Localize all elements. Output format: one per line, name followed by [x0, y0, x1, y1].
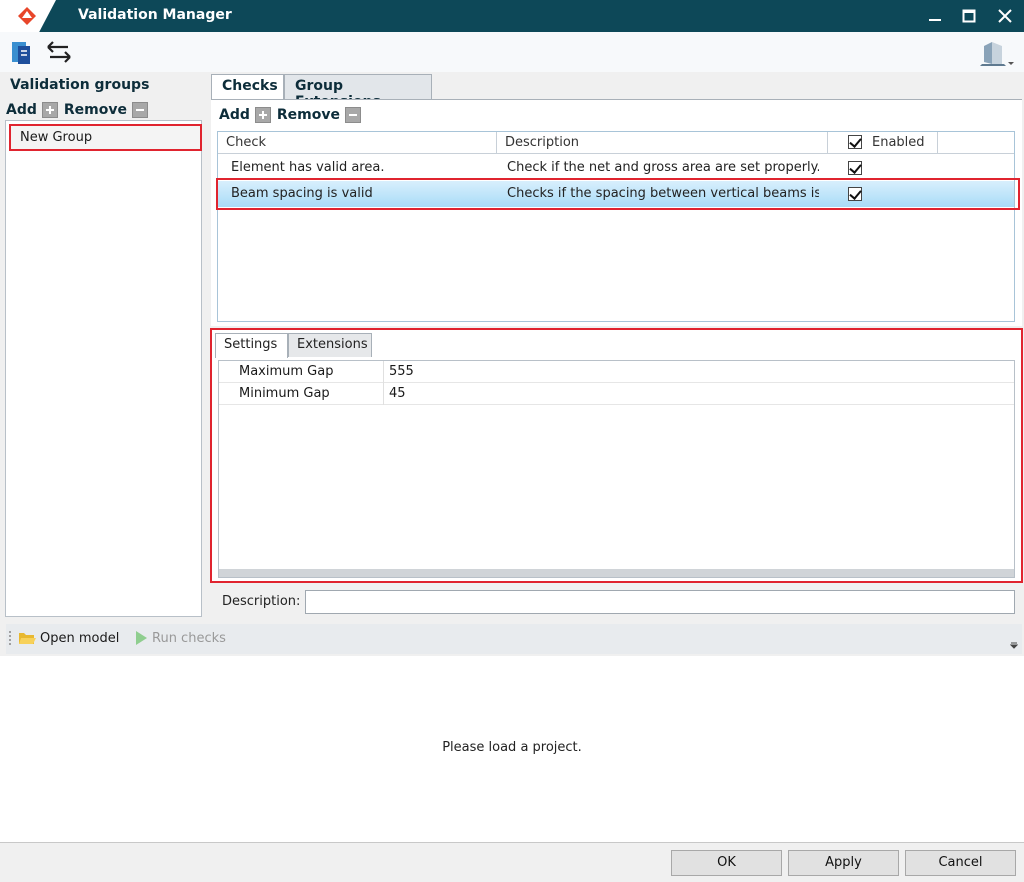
- arrows-exchange-icon: [47, 41, 71, 63]
- horizontal-scrollbar[interactable]: [219, 569, 1014, 577]
- settings-panel: Settings Extensions Maximum Gap 555 Mini…: [210, 328, 1023, 583]
- window-title: Validation Manager: [78, 7, 232, 23]
- checks-panel: Add Remove Check Description Enabled Ele…: [211, 99, 1022, 326]
- dialog-footer: OK Apply Cancel: [0, 842, 1024, 882]
- close-icon: [998, 9, 1012, 23]
- cancel-button[interactable]: Cancel: [905, 850, 1016, 876]
- minimize-button[interactable]: [918, 0, 952, 32]
- table-row[interactable]: Element has valid area. Check if the net…: [218, 155, 1014, 181]
- plus-icon[interactable]: [41, 102, 58, 118]
- check-description-cell: Check if the net and gross area are set …: [507, 160, 819, 175]
- output-panel: Please load a project.: [0, 656, 1024, 842]
- building-menu-button[interactable]: [978, 38, 1014, 66]
- property-row[interactable]: Maximum Gap 555: [219, 361, 1014, 383]
- validation-groups-panel: Validation groups Add Remove New Group: [4, 72, 204, 620]
- property-divider: [383, 383, 384, 405]
- group-item-new-group[interactable]: New Group: [9, 124, 202, 151]
- property-divider: [383, 361, 384, 383]
- minus-icon[interactable]: [132, 102, 148, 118]
- group-remove-label[interactable]: Remove: [64, 102, 127, 118]
- open-model-button[interactable]: Open model: [18, 630, 119, 646]
- minimize-icon: [929, 19, 941, 21]
- property-row[interactable]: Minimum Gap 45: [219, 383, 1014, 405]
- ok-button[interactable]: OK: [671, 850, 782, 876]
- check-add-remove-bar: Add Remove: [219, 107, 367, 123]
- property-value-maximum-gap[interactable]: 555: [389, 364, 414, 379]
- bottom-toolbar: Open model Run checks: [6, 624, 1022, 654]
- column-header-check[interactable]: Check: [218, 132, 497, 154]
- app-logo-icon: [18, 7, 36, 25]
- check-remove-label[interactable]: Remove: [277, 107, 340, 123]
- building-icon: [980, 42, 1014, 66]
- property-grid[interactable]: Maximum Gap 555 Minimum Gap 45: [218, 360, 1015, 578]
- minus-icon[interactable]: [345, 107, 361, 123]
- toolbar-overflow-icon[interactable]: [1010, 642, 1018, 650]
- group-list[interactable]: New Group: [5, 120, 202, 617]
- validation-groups-title: Validation groups: [10, 77, 150, 93]
- run-checks-button[interactable]: Run checks: [134, 630, 226, 646]
- tab-settings[interactable]: Settings: [215, 333, 288, 358]
- column-header-enabled[interactable]: Enabled: [828, 132, 938, 154]
- check-description-cell: Checks if the spacing between vertical b…: [507, 186, 819, 201]
- maximize-icon: [962, 9, 976, 23]
- tab-group-extensions[interactable]: Group Extensions: [284, 74, 432, 110]
- table-row[interactable]: Beam spacing is valid Checks if the spac…: [218, 181, 1014, 207]
- maximize-button[interactable]: [952, 0, 986, 32]
- group-add-remove-bar: Add Remove: [6, 102, 154, 118]
- checks-grid[interactable]: Check Description Enabled Element has va…: [217, 131, 1015, 322]
- toolbar-grip-icon: [9, 631, 11, 645]
- enabled-checkbox[interactable]: [848, 161, 862, 175]
- title-bar: Validation Manager: [0, 0, 1024, 32]
- property-name: Maximum Gap: [239, 364, 334, 379]
- group-add-label[interactable]: Add: [6, 102, 37, 118]
- description-input[interactable]: [305, 590, 1015, 614]
- folder-open-icon: [19, 633, 36, 644]
- main-toolbar: [0, 32, 1024, 72]
- book-icon: [12, 42, 30, 64]
- tab-extensions[interactable]: Extensions: [288, 333, 372, 357]
- exchange-button[interactable]: [44, 38, 74, 66]
- property-name: Minimum Gap: [239, 386, 330, 401]
- column-header-description[interactable]: Description: [497, 132, 828, 154]
- tab-checks[interactable]: Checks: [211, 74, 284, 101]
- enabled-header-checkbox[interactable]: [848, 135, 862, 149]
- book-button[interactable]: [8, 38, 38, 66]
- check-name-cell: Element has valid area.: [231, 160, 385, 175]
- plus-icon[interactable]: [254, 107, 271, 123]
- open-model-label: Open model: [40, 630, 120, 646]
- check-add-label[interactable]: Add: [219, 107, 250, 123]
- close-button[interactable]: [988, 0, 1022, 32]
- apply-button[interactable]: Apply: [788, 850, 899, 876]
- status-message: Please load a project.: [442, 740, 582, 755]
- description-label: Description:: [222, 594, 301, 609]
- play-icon: [136, 631, 147, 645]
- app-logo: [0, 0, 56, 32]
- checks-grid-header: Check Description Enabled: [218, 132, 1014, 154]
- enabled-checkbox[interactable]: [848, 187, 862, 201]
- check-name-cell: Beam spacing is valid: [231, 186, 373, 201]
- run-checks-label: Run checks: [152, 630, 226, 646]
- column-header-enabled-label: Enabled: [872, 135, 925, 150]
- property-value-minimum-gap[interactable]: 45: [389, 386, 406, 401]
